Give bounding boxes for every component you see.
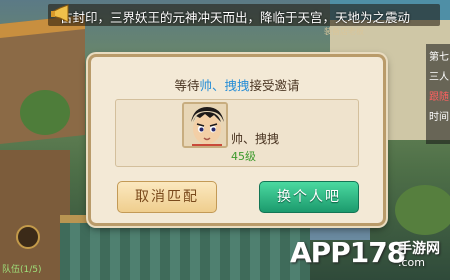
npc-shop-sign: 装备店老板 [324, 27, 364, 36]
team-count-label: 队伍(1/5) [2, 265, 42, 275]
system-notice-bar: 古封印，三界妖王的元神冲天而出，降临于天宫，天地为之震动 [48, 4, 440, 26]
dialog-title-prefix: 等待 [174, 78, 200, 93]
quest-tracker-line: 时间 [429, 112, 449, 123]
system-notice-text: 古封印，三界妖王的元神冲天而出，降临于天宫，天地为之震动 [60, 10, 411, 25]
player-level: 45级 [231, 150, 256, 163]
dialog-title-suffix: 接受邀请 [249, 78, 300, 93]
quest-tracker-panel[interactable]: 第七 三人 跟随 时间 [426, 44, 450, 144]
watermark-line1: 手游网 [398, 241, 440, 257]
watermark-line2: .com [398, 256, 425, 269]
voice-chat-button[interactable] [16, 225, 40, 249]
change-player-button[interactable]: 换个人吧 [259, 181, 359, 213]
scene-tree [20, 90, 70, 135]
quest-tracker-line: 三人 [429, 72, 449, 83]
dialog-title: 等待帅、拽拽接受邀请 [91, 75, 383, 94]
scene-tree [395, 185, 450, 235]
match-invite-dialog: 等待帅、拽拽接受邀请 帅、拽拽 45级 取消匹配 换个人吧 [88, 54, 386, 226]
dialog-title-player-name: 帅、拽拽 [199, 78, 250, 93]
cancel-match-button[interactable]: 取消匹配 [117, 181, 217, 213]
watermark-logo: APP178 [290, 236, 406, 269]
quest-tracker-line: 第七 [429, 52, 449, 63]
horn-icon [51, 4, 69, 23]
player-avatar [182, 102, 228, 148]
site-watermark: APP178 手游网 .com [290, 236, 450, 276]
quest-tracker-line: 跟随 [429, 92, 449, 103]
player-name: 帅、拽拽 [231, 132, 280, 146]
player-portrait-icon [184, 104, 226, 146]
